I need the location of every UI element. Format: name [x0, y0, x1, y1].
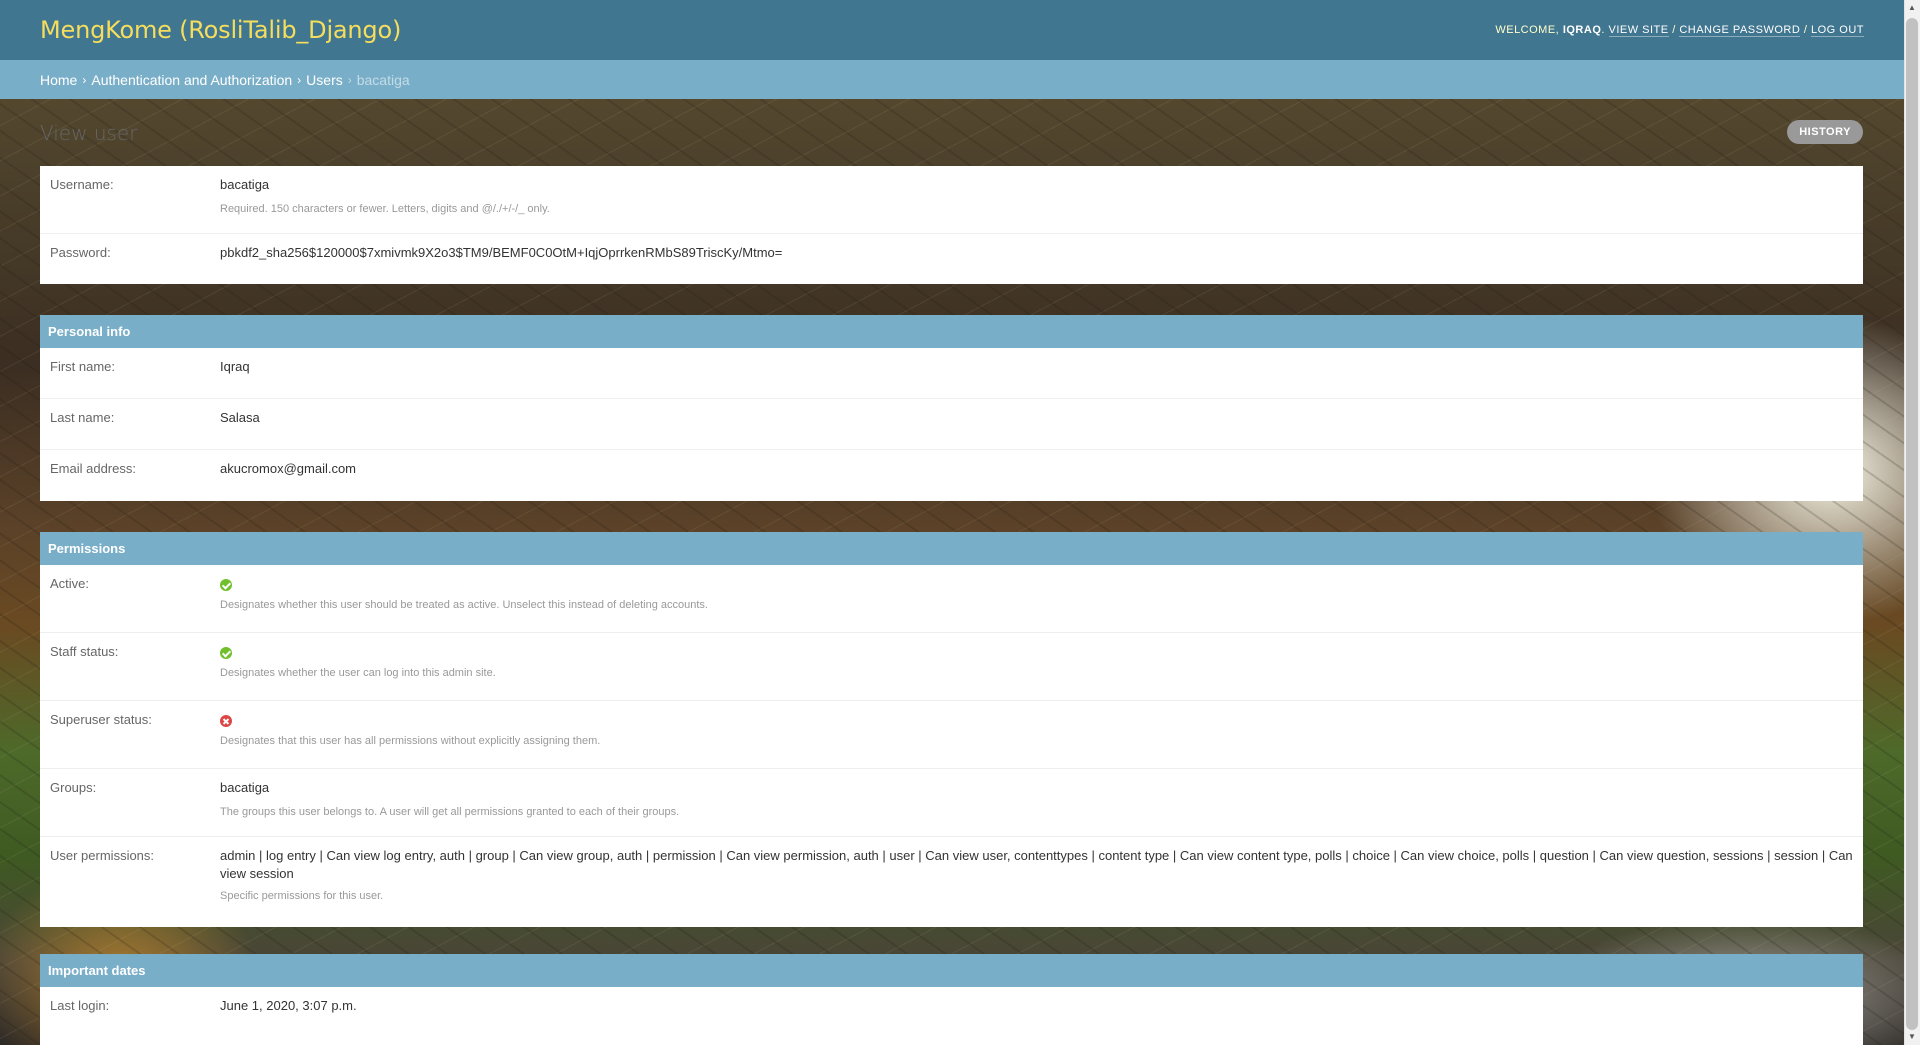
breadcrumb: Home › Authentication and Authorization … — [0, 60, 1904, 99]
breadcrumb-separator: › — [297, 72, 302, 87]
personal-info-heading: Personal info — [40, 315, 1863, 348]
permissions-heading: Permissions — [40, 532, 1863, 565]
breadcrumb-home[interactable]: Home — [40, 72, 77, 88]
check-circle-icon — [220, 647, 232, 659]
form-row-last-login: Last login: June 1, 2020, 3:07 p.m. — [40, 987, 1863, 1038]
important-dates-fieldset: Important dates Last login: June 1, 2020… — [40, 954, 1863, 1045]
form-row-username: Username: bacatiga Required. 150 charact… — [40, 166, 1863, 234]
password-label: Password: — [50, 245, 111, 260]
user-permissions-value: admin | log entry | Can view log entry, … — [220, 848, 1853, 881]
breadcrumb-model[interactable]: Users — [306, 72, 343, 88]
active-help: Designates whether this user should be t… — [220, 599, 708, 611]
last-login-label: Last login: — [50, 998, 110, 1013]
active-label: Active: — [50, 576, 90, 591]
form-row-groups: Groups: bacatiga The groups this user be… — [40, 769, 1863, 837]
last-login-value: June 1, 2020, 3:07 p.m. — [220, 998, 357, 1013]
form-row-first-name: First name: Iqraq — [40, 348, 1863, 399]
page-title: View user — [40, 121, 138, 145]
log-out-link[interactable]: Log out — [1810, 24, 1864, 37]
site-name[interactable]: MengKome (RosliTalib_Django) — [40, 16, 401, 44]
scroll-up-arrow-icon[interactable]: ▲ — [1904, 0, 1920, 16]
email-label: Email address: — [50, 461, 136, 476]
email-value: akucromox@gmail.com — [220, 461, 357, 476]
user-tools: Welcome, IQRAQ. View site / Change passw… — [1495, 24, 1864, 37]
account-fieldset: Username: bacatiga Required. 150 charact… — [40, 166, 1863, 284]
first-name-value: Iqraq — [220, 359, 250, 374]
breadcrumb-separator: › — [82, 72, 87, 87]
first-name-label: First name: — [50, 359, 116, 374]
last-name-value: Salasa — [220, 410, 260, 425]
view-site-link[interactable]: View site — [1608, 24, 1669, 37]
personal-info-fieldset: Personal info First name: Iqraq Last nam… — [40, 315, 1863, 501]
breadcrumb-separator: › — [347, 72, 352, 87]
superuser-status-label: Superuser status: — [50, 712, 152, 727]
staff-status-label: Staff status: — [50, 644, 119, 659]
current-username: IQRAQ — [1562, 24, 1602, 36]
check-circle-icon — [220, 579, 232, 591]
superuser-status-help: Designates that this user has all permis… — [220, 735, 601, 747]
breadcrumb-current: bacatiga — [356, 71, 410, 88]
groups-help: The groups this user belongs to. A user … — [220, 806, 680, 818]
password-value: pbkdf2_sha256$120000$7xmivmk9X2o3$TM9/BE… — [220, 245, 783, 260]
vertical-scrollbar[interactable]: ▲ ▼ — [1904, 0, 1920, 1045]
last-name-label: Last name: — [50, 410, 115, 425]
history-button[interactable]: History — [1787, 120, 1863, 144]
username-label: Username: — [50, 177, 114, 192]
user-permissions-help: Specific permissions for this user. — [220, 890, 384, 902]
user-permissions-label: User permissions: — [50, 848, 155, 863]
permissions-fieldset: Permissions Active: Designates whether t… — [40, 532, 1863, 927]
breadcrumb-app[interactable]: Authentication and Authorization — [91, 72, 292, 88]
x-circle-icon — [220, 715, 232, 727]
form-row-superuser-status: Superuser status: Designates that this u… — [40, 701, 1863, 769]
scroll-down-arrow-icon[interactable]: ▼ — [1904, 1029, 1920, 1045]
welcome-text: Welcome, — [1495, 24, 1560, 36]
form-row-staff-status: Staff status: Designates whether the use… — [40, 633, 1863, 701]
groups-label: Groups: — [50, 780, 97, 795]
change-password-link[interactable]: Change password — [1679, 24, 1801, 37]
form-row-user-permissions: User permissions: admin | log entry | Ca… — [40, 837, 1863, 927]
form-row-email: Email address: akucromox@gmail.com — [40, 450, 1863, 501]
scrollbar-thumb[interactable] — [1906, 18, 1918, 1030]
username-value: bacatiga — [220, 177, 270, 192]
form-row-last-name: Last name: Salasa — [40, 399, 1863, 450]
form-row-active: Active: Designates whether this user sho… — [40, 565, 1863, 633]
staff-status-help: Designates whether the user can log into… — [220, 667, 496, 679]
form-row-password: Password: pbkdf2_sha256$120000$7xmivmk9X… — [40, 234, 1863, 284]
username-help: Required. 150 characters or fewer. Lette… — [220, 203, 550, 215]
admin-header: MengKome (RosliTalib_Django) Welcome, IQ… — [0, 0, 1904, 60]
groups-value: bacatiga — [220, 780, 270, 795]
important-dates-heading: Important dates — [40, 954, 1863, 987]
